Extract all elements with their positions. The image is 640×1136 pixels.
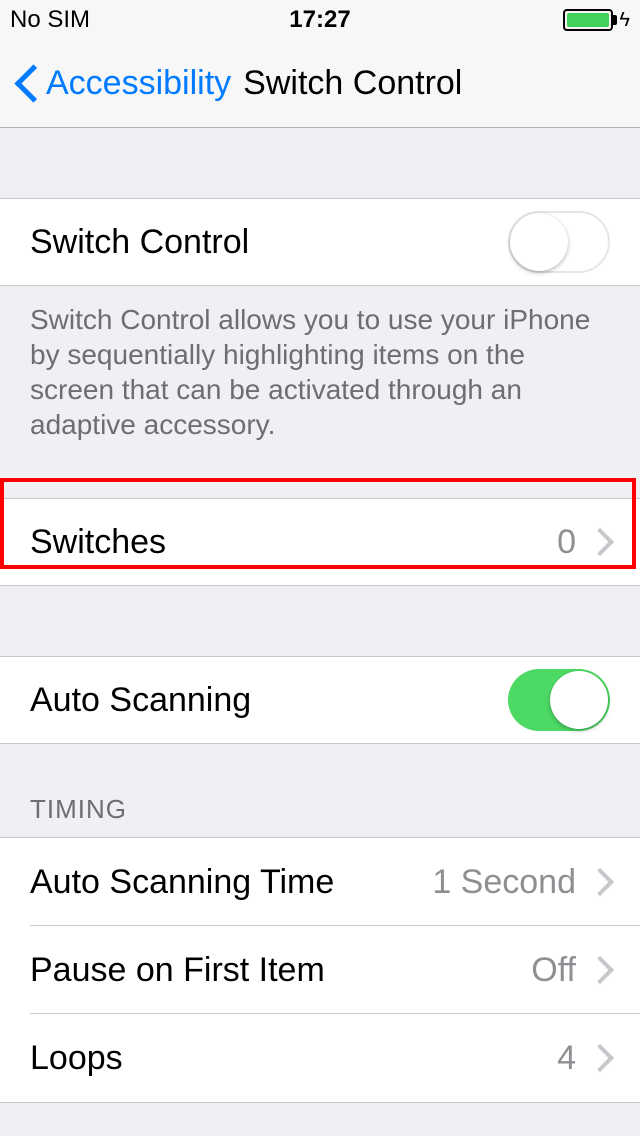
chevron-right-icon	[594, 1044, 610, 1072]
pause-first-item-label: Pause on First Item	[30, 951, 325, 990]
auto-scanning-time-row[interactable]: Auto Scanning Time 1 Second	[0, 838, 640, 926]
navigation-bar: Accessibility Switch Control	[0, 40, 640, 128]
timing-header: TIMING	[0, 744, 640, 837]
auto-scanning-time-label: Auto Scanning Time	[30, 863, 334, 902]
switch-control-label: Switch Control	[30, 223, 249, 262]
switch-control-description: Switch Control allows you to use your iP…	[0, 286, 640, 462]
chevron-right-icon	[594, 868, 610, 896]
chevron-right-icon	[594, 956, 610, 984]
carrier-label: No SIM	[10, 6, 90, 34]
auto-scanning-row[interactable]: Auto Scanning	[0, 656, 640, 744]
content: Switch Control Switch Control allows you…	[0, 128, 640, 1103]
switch-control-toggle[interactable]	[508, 211, 610, 273]
chevron-right-icon	[594, 528, 610, 556]
loops-value: 4	[557, 1039, 576, 1078]
back-chevron-icon[interactable]	[14, 64, 38, 104]
auto-scanning-toggle[interactable]	[508, 669, 610, 731]
auto-scanning-time-value: 1 Second	[432, 863, 576, 902]
auto-scanning-label: Auto Scanning	[30, 681, 251, 720]
status-bar: No SIM 17:27 ϟ	[0, 0, 640, 40]
pause-first-item-row[interactable]: Pause on First Item Off	[0, 926, 640, 1014]
battery-icon	[563, 9, 613, 31]
charging-icon: ϟ	[619, 9, 630, 32]
pause-first-item-value: Off	[531, 951, 576, 990]
page-title: Switch Control	[243, 64, 462, 103]
switches-value: 0	[557, 523, 576, 562]
switches-label: Switches	[30, 523, 166, 562]
switch-control-row[interactable]: Switch Control	[0, 198, 640, 286]
status-right: ϟ	[563, 9, 630, 32]
loops-row[interactable]: Loops 4	[0, 1014, 640, 1102]
back-button[interactable]: Accessibility	[46, 64, 231, 103]
switches-row[interactable]: Switches 0	[0, 498, 640, 586]
loops-label: Loops	[30, 1039, 123, 1078]
clock: 17:27	[289, 6, 350, 34]
